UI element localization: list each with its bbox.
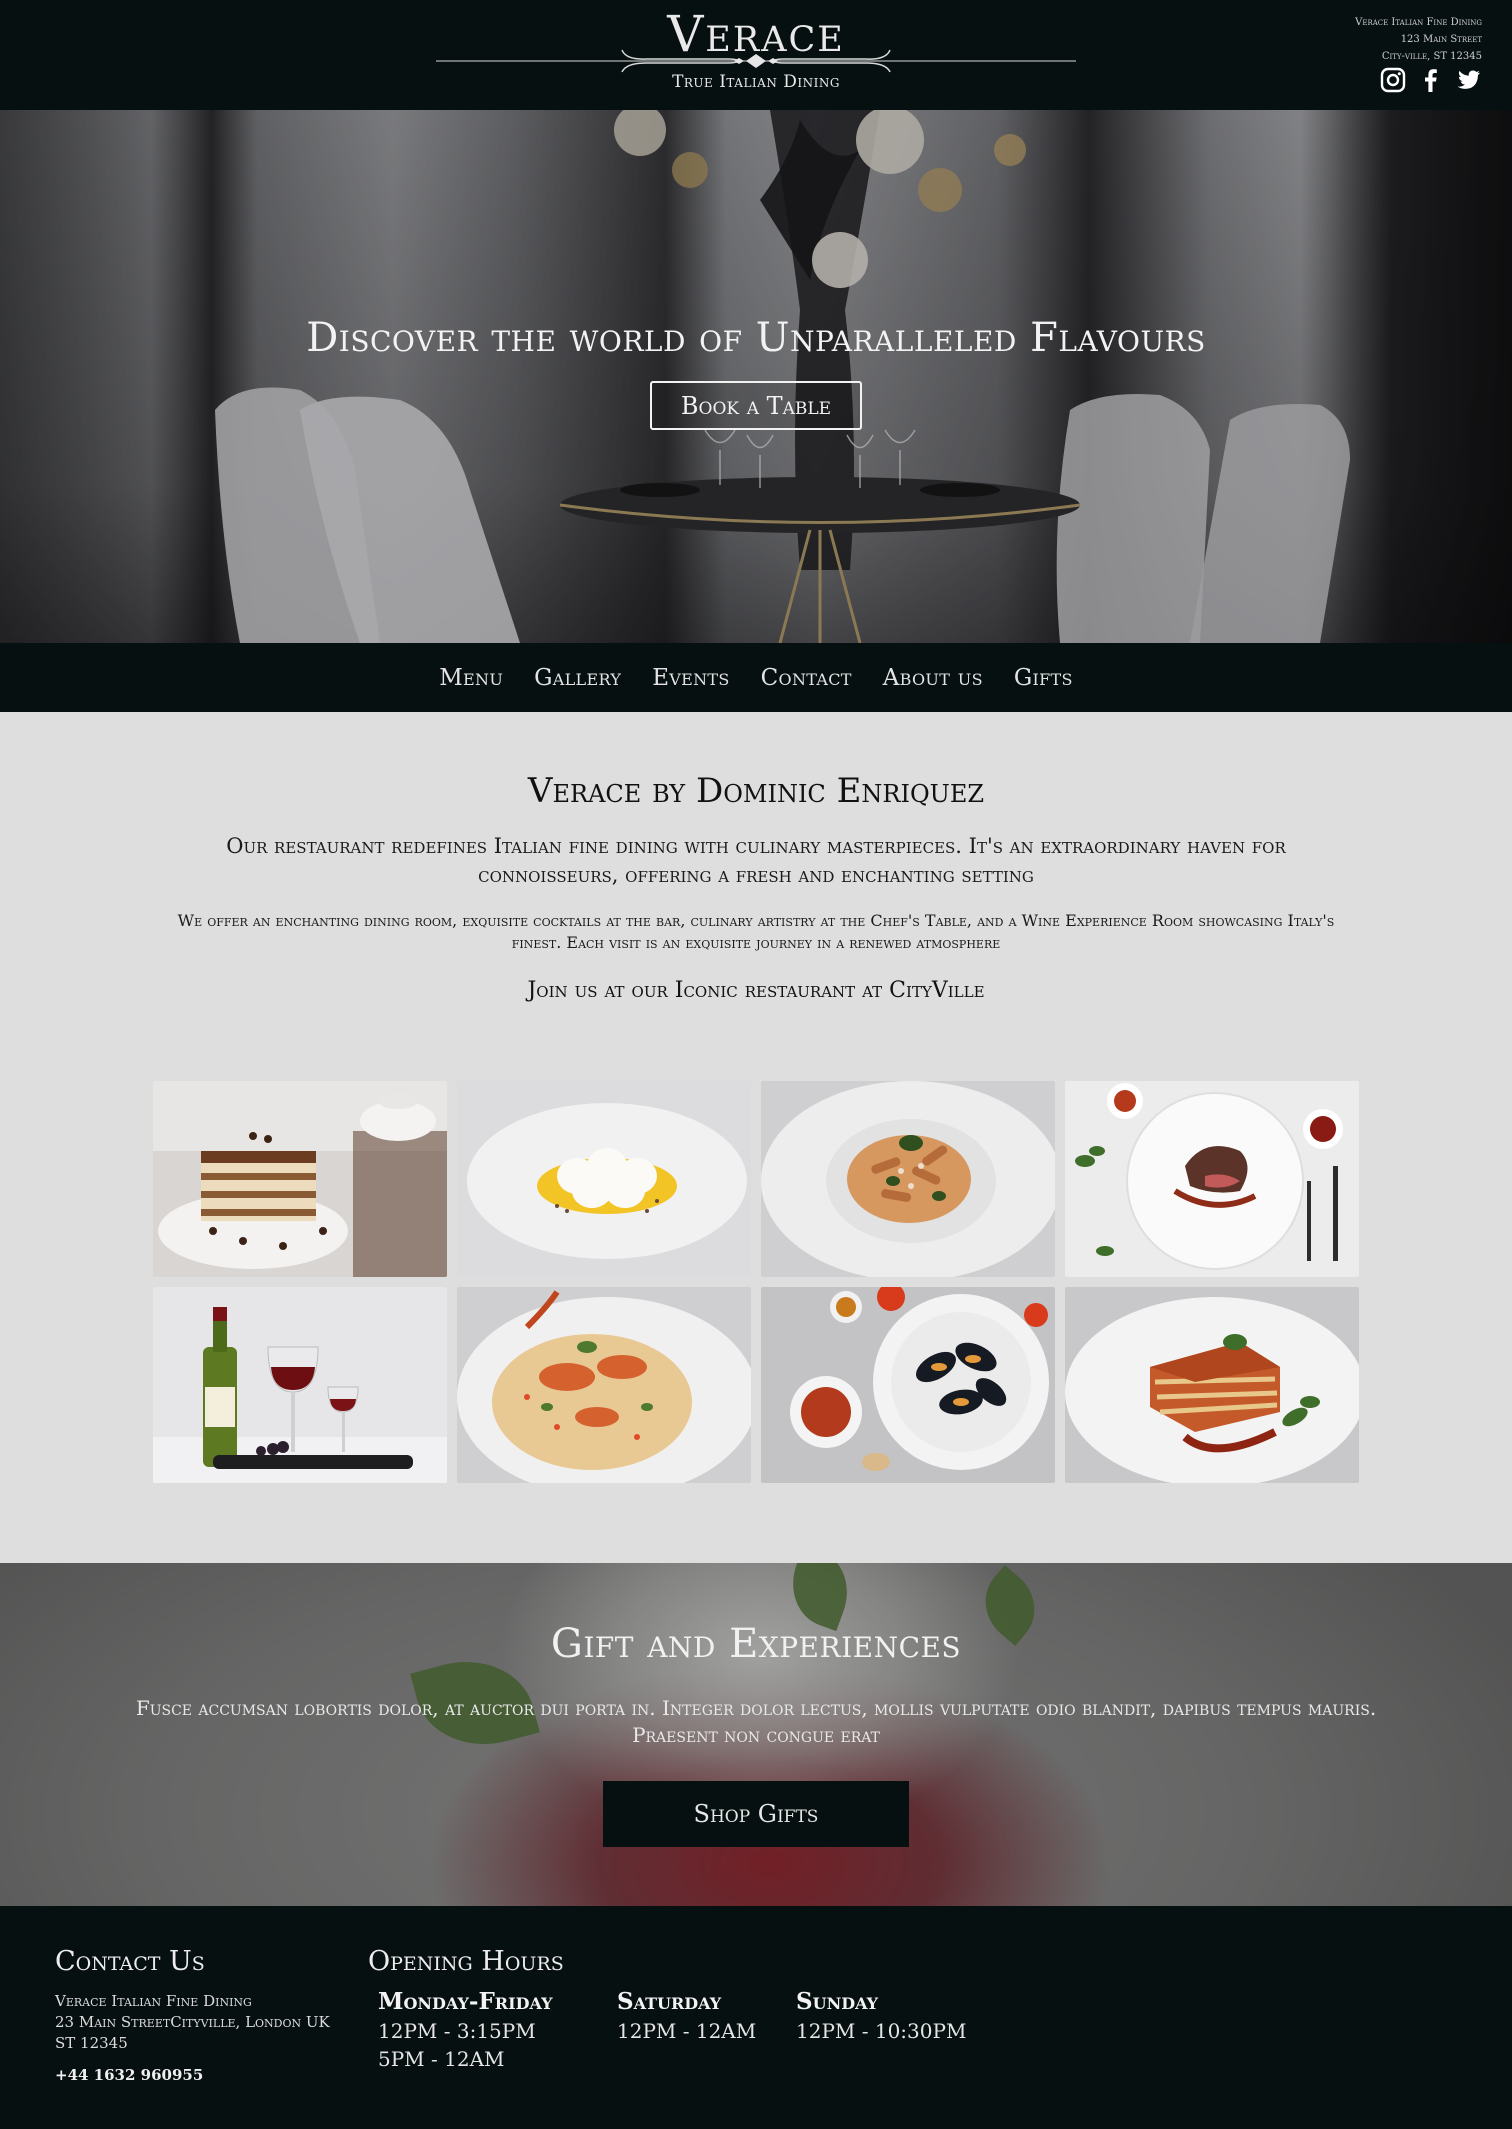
twitter-icon[interactable]	[1456, 67, 1482, 93]
header-address: Verace Italian Fine Dining 123 Main Stre…	[1355, 14, 1482, 65]
gallery-image-tiramisu[interactable]	[153, 1081, 447, 1277]
day-hours: 12PM - 3:15PM	[378, 2019, 536, 2043]
hero-headline: Discover the world of Unparalleled Flavo…	[306, 315, 1206, 361]
site-footer: Contact Us Verace Italian Fine Dining 23…	[0, 1906, 1512, 2129]
contact-line: 23 Main StreetCityville, London UK	[55, 2013, 330, 2031]
nav-item-gallery[interactable]: Gallery	[534, 665, 621, 691]
gifts-title: Gift and Experiences	[550, 1621, 962, 1667]
gifts-text: Fusce accumsan lobortis dolor, at auctor…	[135, 1696, 1377, 1747]
brand-tagline: True Italian Dining	[672, 72, 840, 92]
hours-sunday: Sunday 12PM - 10:30PM	[796, 1986, 966, 2045]
address-line: Verace Italian Fine Dining	[1355, 17, 1482, 28]
social-links	[1380, 67, 1482, 93]
hero-banner: Discover the world of Unparalleled Flavo…	[0, 110, 1512, 643]
about-body: We offer an enchanting dining room, exqu…	[177, 911, 1335, 952]
about-title: Verace by Dominic Enriquez	[527, 771, 985, 811]
nav-item-contact[interactable]: Contact	[761, 665, 852, 691]
day-name: Monday-Friday	[378, 1988, 553, 2015]
gallery-image-steak-plate[interactable]	[1065, 1081, 1359, 1277]
book-table-button[interactable]: Book a Table	[650, 381, 862, 430]
gallery-image-meringue-dessert[interactable]	[457, 1081, 751, 1277]
contact-phone[interactable]: +44 1632 960955	[55, 2066, 203, 2084]
day-name: Saturday	[617, 1988, 722, 2015]
gifts-section: Gift and Experiences Fusce accumsan lobo…	[0, 1563, 1512, 1906]
nav-item-menu[interactable]: Menu	[439, 665, 503, 691]
day-hours: 5PM - 12AM	[378, 2047, 505, 2071]
nav-item-gifts[interactable]: Gifts	[1014, 665, 1073, 691]
gallery-image-penne-pasta[interactable]	[761, 1081, 1055, 1277]
logo-ornament-icon	[436, 49, 1076, 73]
day-hours: 12PM - 12AM	[617, 2019, 757, 2043]
contact-title: Contact Us	[55, 1946, 205, 1977]
nav-item-events[interactable]: Events	[652, 665, 729, 691]
hours-saturday: Saturday 12PM - 12AM	[617, 1986, 756, 2045]
gallery-image-mussels-plate[interactable]	[761, 1287, 1055, 1483]
contact-line: Verace Italian Fine Dining	[55, 1992, 252, 2010]
contact-address: Verace Italian Fine Dining 23 Main Stree…	[55, 1991, 330, 2054]
gallery-image-red-wine[interactable]	[153, 1287, 447, 1483]
facebook-icon[interactable]	[1418, 67, 1444, 93]
nav-item-about-us[interactable]: About us	[883, 665, 983, 691]
instagram-icon[interactable]	[1380, 67, 1406, 93]
about-join: Join us at our Iconic restaurant at City…	[527, 978, 985, 1003]
address-line: City-ville, ST 12345	[1381, 51, 1482, 62]
logo[interactable]: Verace True Italian Dining	[436, 6, 1076, 96]
hero-background-image	[0, 110, 1512, 643]
contact-line: ST 12345	[55, 2034, 128, 2052]
shop-gifts-button[interactable]: Shop Gifts	[603, 1781, 909, 1847]
site-header: Verace True Italian Dining Verace Italia…	[0, 0, 1512, 110]
hours-monday-friday: Monday-Friday 12PM - 3:15PM 5PM - 12AM	[378, 1986, 553, 2073]
hours-title: Opening Hours	[368, 1946, 564, 1977]
gallery-image-lobster-risotto[interactable]	[457, 1287, 751, 1483]
gallery-image-lasagna[interactable]	[1065, 1287, 1359, 1483]
food-gallery	[153, 1081, 1359, 1483]
main-nav: Menu Gallery Events Contact About us Gif…	[0, 643, 1512, 712]
about-lead: Our restaurant redefines Italian fine di…	[226, 834, 1286, 887]
address-line: 123 Main Street	[1400, 34, 1482, 45]
day-hours: 12PM - 10:30PM	[796, 2019, 967, 2043]
day-name: Sunday	[796, 1988, 879, 2015]
